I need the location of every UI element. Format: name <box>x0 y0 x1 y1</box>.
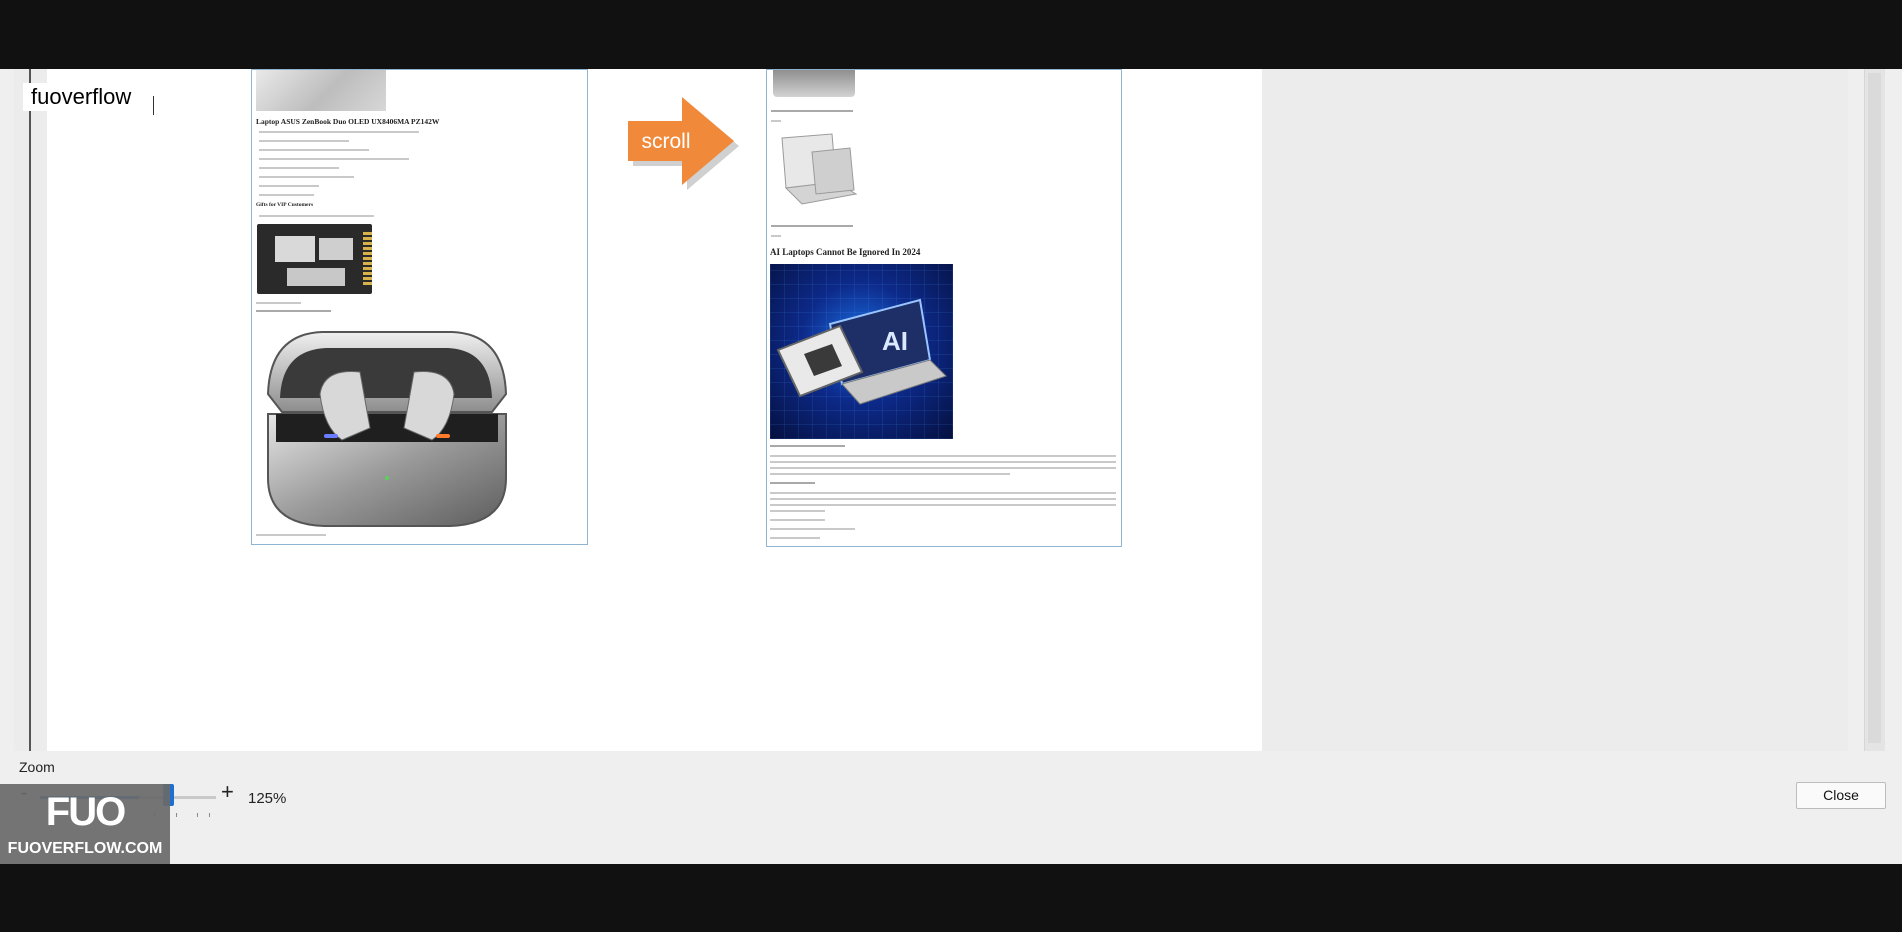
zoom-label: Zoom <box>19 759 55 775</box>
article-line <box>770 537 820 539</box>
watermark-text: FUOVERFLOW.COM <box>7 840 163 857</box>
ai-laptop-graphic: AI <box>776 298 947 405</box>
scroll-arrow-icon: scroll <box>628 97 739 190</box>
scrollbar-thumb[interactable] <box>1868 73 1881 743</box>
brand-label: fuoverflow <box>23 83 140 111</box>
spec-line <box>259 149 369 151</box>
caption-line <box>771 120 781 122</box>
ssd-label <box>287 268 345 286</box>
watermark: FUO FUOVERFLOW.COM <box>0 784 170 864</box>
ssd-label <box>275 236 315 262</box>
zoom-value: 125% <box>248 790 287 807</box>
article-line <box>770 455 1116 457</box>
close-button[interactable]: Close <box>1796 782 1886 809</box>
spec-line <box>259 167 339 169</box>
article-line <box>770 492 1116 494</box>
article-line <box>770 510 825 512</box>
caption-line <box>771 235 781 237</box>
page-preview-right: AI Laptops Cannot Be Ignored In 2024 AI <box>766 69 1122 547</box>
slider-tick <box>176 813 177 817</box>
product-heading: Laptop ASUS ZenBook Duo OLED UX8406MA PZ… <box>256 117 440 126</box>
spec-line <box>259 158 409 160</box>
article-line <box>770 467 1116 469</box>
article-line <box>770 528 855 530</box>
ssd-image <box>257 224 372 294</box>
svg-text:AI: AI <box>882 326 908 356</box>
spec-line <box>259 176 354 178</box>
page-preview-left: Laptop ASUS ZenBook Duo OLED UX8406MA PZ… <box>251 69 588 545</box>
laptop-silver-image <box>781 133 858 205</box>
laptop-thumbnail-image <box>773 70 855 97</box>
document-area: Laptop ASUS ZenBook Duo OLED UX8406MA PZ… <box>47 69 1262 751</box>
gift-heading: Gifts for VIP Customers <box>256 202 314 208</box>
ssd-label <box>319 238 353 260</box>
spec-line <box>259 185 319 187</box>
laptop-image <box>256 70 386 111</box>
article-line <box>770 519 825 521</box>
vertical-scrollbar[interactable] <box>1864 69 1885 751</box>
article-line <box>770 473 1010 475</box>
slider-tick <box>209 813 210 817</box>
caption-line <box>771 225 853 227</box>
ssd-pins <box>363 232 372 286</box>
ai-laptop-image: AI <box>770 264 953 439</box>
article-line <box>770 504 1116 506</box>
preview-canvas[interactable]: Laptop ASUS ZenBook Duo OLED UX8406MA PZ… <box>14 69 1848 751</box>
spec-line <box>259 140 349 142</box>
earbuds-image <box>266 331 508 527</box>
article-line <box>770 461 1116 463</box>
caption-line <box>256 302 301 304</box>
spec-line <box>259 215 374 217</box>
spec-line <box>259 194 314 196</box>
article-subheading <box>770 445 845 447</box>
scroll-label: scroll <box>641 130 690 153</box>
article-subheading <box>770 482 815 484</box>
caption-line <box>256 310 331 312</box>
caption-line <box>256 534 326 536</box>
zoom-in-button[interactable]: + <box>221 779 234 805</box>
canvas-left-edge <box>29 69 31 751</box>
article-heading: AI Laptops Cannot Be Ignored In 2024 <box>770 247 921 257</box>
text-cursor <box>153 96 154 115</box>
print-preview-window: Laptop ASUS ZenBook Duo OLED UX8406MA PZ… <box>0 69 1902 864</box>
slider-tick <box>197 813 198 817</box>
watermark-logo: FUO <box>45 790 126 834</box>
caption-line <box>771 110 853 112</box>
article-line <box>770 498 1116 500</box>
spec-line <box>259 131 419 133</box>
